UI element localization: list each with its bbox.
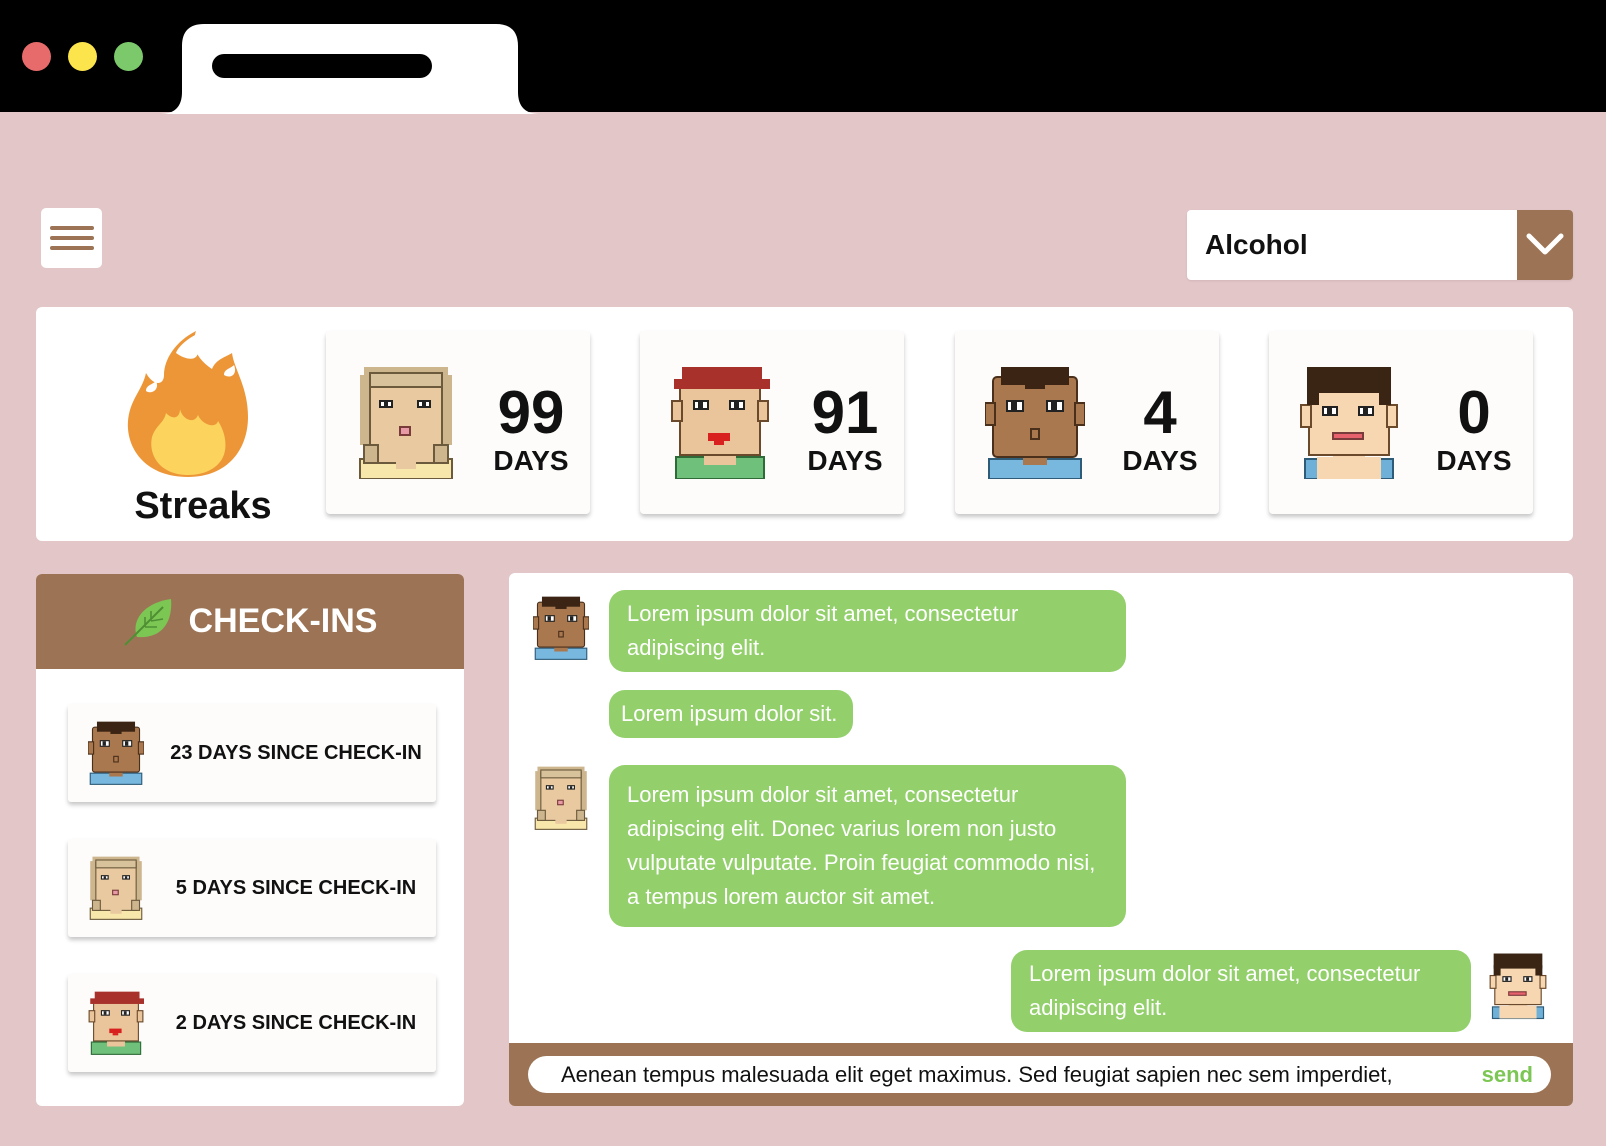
streak-card[interactable]: 0 DAYS: [1269, 331, 1533, 514]
substance-dropdown[interactable]: Alcohol: [1187, 210, 1573, 280]
send-button[interactable]: send: [1482, 1062, 1533, 1088]
streaks-title: Streaks: [134, 485, 272, 527]
checkin-label: 23 DAYS SINCE CHECK-IN: [170, 741, 422, 764]
streak-unit: DAYS: [1122, 445, 1198, 476]
maximize-dot[interactable]: [114, 42, 143, 71]
chat-input-bar: Aenean tempus malesuada elit eget maximu…: [509, 1043, 1573, 1106]
chat-input[interactable]: Aenean tempus malesuada elit eget maximu…: [528, 1056, 1551, 1093]
leaf-icon: [123, 598, 171, 646]
checkin-item[interactable]: 5 DAYS SINCE CHECK-IN: [68, 839, 436, 937]
brown-avatar: [88, 721, 144, 785]
hamburger-icon[interactable]: [41, 208, 102, 268]
streak-unit: DAYS: [1436, 445, 1512, 476]
fire-icon: [127, 331, 248, 477]
chat-message: Lorem ipsum dolor sit amet, consectetur …: [609, 590, 1126, 672]
streak-value: 4: [1143, 379, 1177, 446]
minimize-dot[interactable]: [68, 42, 97, 71]
menu-line: [49, 246, 94, 250]
checkins-panel: CHECK-INS 23 DAYS SINCE CHECK-IN 5 DAYS …: [36, 574, 464, 1106]
chat-input-value[interactable]: Aenean tempus malesuada elit eget maximu…: [561, 1062, 1468, 1088]
window-titlebar: [0, 0, 1606, 114]
blonde-avatar: [359, 367, 453, 479]
dropdown-selected-value: Alcohol: [1205, 229, 1308, 260]
streak-value: 0: [1457, 379, 1491, 446]
checkin-item[interactable]: 23 DAYS SINCE CHECK-IN: [68, 704, 436, 802]
streak-unit: DAYS: [493, 445, 569, 476]
blonde-avatar: [534, 766, 588, 830]
close-dot[interactable]: [22, 42, 51, 71]
streak-card[interactable]: 91 DAYS: [640, 331, 904, 514]
checkin-item[interactable]: 2 DAYS SINCE CHECK-IN: [68, 974, 436, 1072]
streaks-panel: Streaks 99 DAYS 91 DAYS 4 DAYS 0 DAYS: [36, 307, 1573, 541]
brown-avatar: [533, 596, 589, 660]
streak-value: 99: [497, 379, 565, 446]
chevron-down-icon[interactable]: [1517, 210, 1573, 280]
menu-line: [49, 236, 94, 240]
checkins-header: CHECK-INS: [36, 574, 464, 669]
streak-unit: DAYS: [807, 445, 883, 476]
chat-message: Lorem ipsum dolor sit amet, consectetur …: [609, 765, 1126, 927]
streak-card[interactable]: 4 DAYS: [955, 331, 1219, 514]
streak-card[interactable]: 99 DAYS: [326, 331, 590, 514]
streak-value: 91: [811, 379, 879, 446]
dark-hair-avatar: [1300, 367, 1398, 479]
dark-hair-avatar: [1489, 952, 1547, 1020]
checkins-title: CHECK-INS: [188, 602, 378, 640]
checkin-label: 5 DAYS SINCE CHECK-IN: [175, 876, 417, 899]
red-cap-avatar: [671, 367, 770, 479]
brown-avatar: [985, 367, 1085, 479]
checkin-label: 2 DAYS SINCE CHECK-IN: [175, 1011, 417, 1034]
blonde-avatar: [89, 856, 143, 920]
red-cap-avatar: [88, 991, 144, 1055]
tab-title-placeholder: [212, 54, 432, 78]
chat-panel: Lorem ipsum dolor sit amet, consectetur …: [509, 573, 1573, 1106]
chat-message: Lorem ipsum dolor sit.: [609, 690, 854, 738]
chat-message: Lorem ipsum dolor sit amet, consectetur …: [1011, 950, 1471, 1032]
menu-line: [49, 226, 94, 230]
